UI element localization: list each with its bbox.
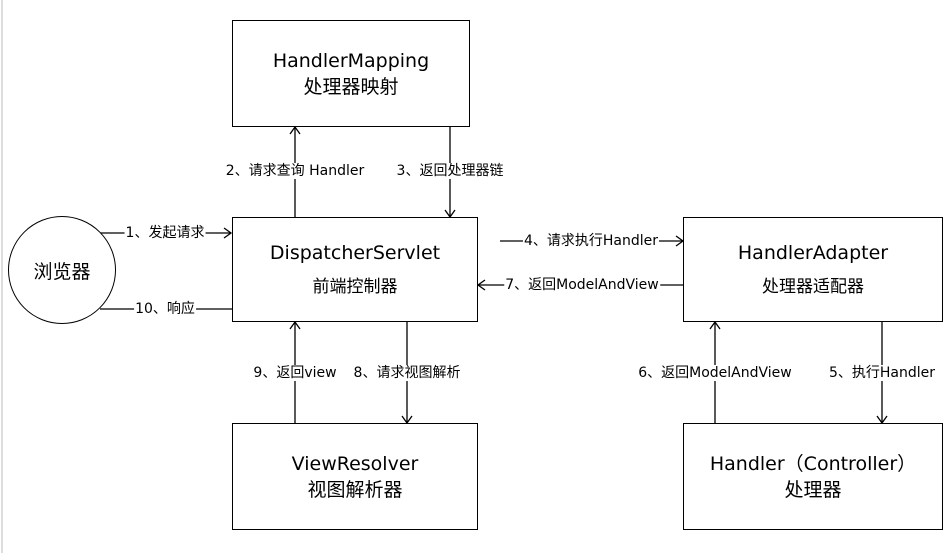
node-subtitle: 视图解析器 [307,478,403,501]
browser-label: 浏览器 [33,260,91,283]
node-subtitle: 处理器适配器 [762,276,864,297]
node-title: ViewResolver [291,452,419,475]
handler-node: Handler（Controller） 处理器 [683,423,943,530]
edge-label-1: 1、发起请求 [124,225,206,241]
handler-mapping-node: HandlerMapping 处理器映射 [232,20,470,127]
node-title: HandlerAdapter [737,241,889,264]
edge-label-10: 10、响应 [134,301,196,317]
view-resolver-node: ViewResolver 视图解析器 [232,423,478,530]
edge-label-7: 7、返回ModelAndView [504,277,660,293]
handler-adapter-node: HandlerAdapter 处理器适配器 [683,217,943,322]
edge-label-5: 5、执行Handler [827,365,937,381]
node-subtitle: 前端控制器 [312,276,398,297]
node-subtitle: 处理器 [784,478,842,501]
edge-label-8: 8、请求视图解析 [352,365,462,381]
node-title: Handler（Controller） [709,452,917,475]
browser-node: 浏览器 [8,216,116,324]
node-title: HandlerMapping [272,49,430,72]
edge-label-4: 4、请求执行Handler [522,233,660,249]
edge-label-6: 6、返回ModelAndView [637,365,793,381]
node-subtitle: 处理器映射 [303,75,399,98]
edge-label-9: 9、返回view [252,365,338,381]
node-title: DispatcherServlet [269,241,441,264]
edge-label-3: 3、返回处理器链 [395,163,505,179]
edge-label-2: 2、请求查询 Handler [224,163,366,179]
dispatcher-servlet-node: DispatcherServlet 前端控制器 [232,217,478,322]
